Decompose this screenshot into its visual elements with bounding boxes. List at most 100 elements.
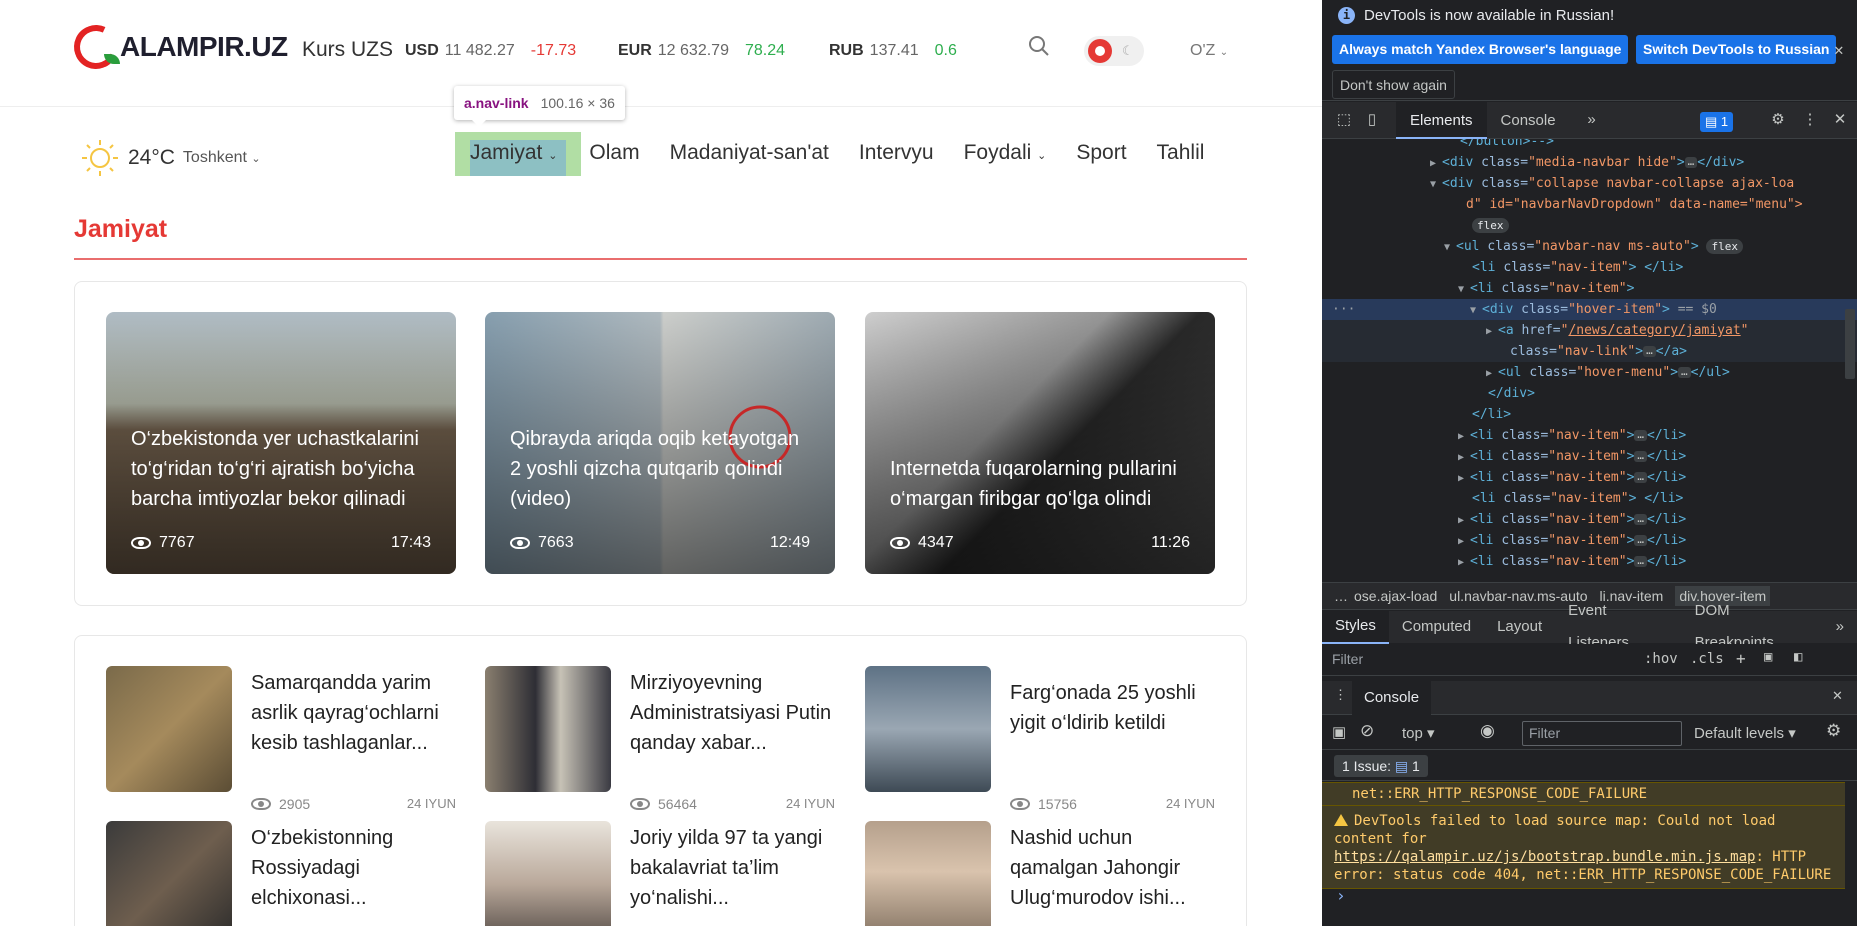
dom-line[interactable]: ▶ <li class="nav-item">… </li>	[1322, 551, 1857, 572]
list-item[interactable]: Farg‘onada 25 yoshli yigit o‘ldirib keti…	[865, 666, 1215, 812]
list-item[interactable]: O‘zbekistonning Rossiyadagi elchixonasi.…	[106, 821, 456, 926]
paint-icon[interactable]: ▣	[1764, 649, 1772, 665]
search-icon[interactable]	[1028, 35, 1050, 57]
dom-line[interactable]: ▼ <ul class="navbar-nav ms-auto"> flex	[1322, 236, 1857, 257]
console-sidebar-icon[interactable]: ▣	[1332, 723, 1346, 741]
dom-line[interactable]: ▶ <li class="nav-item">… </li>	[1322, 530, 1857, 551]
language-selector[interactable]: O'Z ⌄	[1190, 42, 1228, 60]
collapse-triangle-icon[interactable]: ▼	[1430, 174, 1442, 195]
dom-line[interactable]: ▼ <div class="collapse navbar-collapse aj…	[1322, 173, 1857, 194]
switch-language-button[interactable]: Switch DevTools to Russian	[1636, 35, 1837, 64]
clear-console-icon[interactable]: ⊘	[1360, 721, 1374, 741]
styles-filter-input[interactable]: Filter	[1332, 651, 1363, 667]
more-options-icon[interactable]: ⋮	[1798, 108, 1822, 132]
breadcrumb-item[interactable]: …	[1334, 588, 1348, 604]
dom-line[interactable]: </li>	[1322, 404, 1857, 425]
list-item[interactable]: Joriy yilda 97 ta yangi bakalavriat ta’l…	[485, 821, 835, 926]
toggle-sidebar-icon[interactable]: ◧	[1794, 649, 1802, 665]
expand-triangle-icon[interactable]: ▶	[1486, 321, 1498, 342]
weather-city-select[interactable]: Toshkent ⌄	[183, 149, 261, 167]
expand-triangle-icon[interactable]: ▶	[1430, 153, 1442, 174]
tree-scrollbar[interactable]	[1845, 309, 1855, 379]
ellipsis-icon[interactable]: …	[1684, 156, 1698, 168]
dom-line[interactable]: class="nav-link">… </a>	[1322, 341, 1857, 362]
ellipsis-icon[interactable]: …	[1678, 366, 1691, 378]
list-item[interactable]: Samarqandda yarim asrlik qayrag‘ochlarni…	[106, 666, 456, 812]
ellipsis-icon[interactable]: …	[1634, 513, 1648, 525]
close-devtools-icon[interactable]: ✕	[1828, 108, 1852, 132]
nav-jamiyat[interactable]: Jamiyat ⌄	[470, 141, 557, 165]
tab-console[interactable]: Console	[1487, 102, 1570, 139]
dom-line[interactable]: <li class="nav-item"> </li>	[1322, 488, 1857, 509]
hov-toggle[interactable]: :hov	[1644, 651, 1678, 667]
close-icon[interactable]: ✕	[1834, 40, 1844, 59]
tab-computed[interactable]: Computed	[1389, 611, 1484, 643]
featured-card[interactable]: Internetda fuqarolarning pullarini o‘mar…	[865, 312, 1215, 574]
dom-line[interactable]: ▶ <li class="nav-item">… </li>	[1322, 425, 1857, 446]
device-toolbar-icon[interactable]: ▯	[1360, 108, 1384, 132]
expand-triangle-icon[interactable]: ▶	[1458, 468, 1470, 489]
more-tabs-icon[interactable]: »	[1580, 108, 1604, 132]
close-drawer-icon[interactable]: ✕	[1832, 688, 1843, 704]
flex-badge[interactable]: flex	[1472, 218, 1509, 233]
expand-triangle-icon[interactable]: ▶	[1458, 531, 1470, 552]
expand-triangle-icon[interactable]: ▶	[1458, 510, 1470, 531]
settings-gear-icon[interactable]: ⚙	[1766, 108, 1790, 132]
expand-triangle-icon[interactable]: ▶	[1458, 426, 1470, 447]
tab-layout[interactable]: Layout	[1484, 611, 1555, 643]
theme-toggle[interactable]: ☾	[1084, 36, 1144, 66]
dom-line[interactable]: ▼ <li class="nav-item">	[1322, 278, 1857, 299]
issues-link[interactable]: 1 Issue: ▤ 1	[1334, 755, 1428, 777]
collapse-triangle-icon[interactable]: ▼	[1444, 237, 1456, 258]
breadcrumb-item[interactable]: ose.ajax-load	[1354, 588, 1437, 604]
featured-card[interactable]: Qibrayda ariqda oqib ketayotgan 2 yoshli…	[485, 312, 835, 574]
dom-line[interactable]: ▶ <a href="/news/category/jamiyat"	[1322, 320, 1857, 341]
flex-badge[interactable]: flex	[1706, 239, 1743, 254]
dom-line[interactable]: ▶ <li class="nav-item">… </li>	[1322, 467, 1857, 488]
console-prompt-icon[interactable]: ›	[1336, 886, 1346, 905]
list-item[interactable]: Mirziyoyevning Administratsiyasi Putin q…	[485, 666, 835, 812]
expand-triangle-icon[interactable]: ▶	[1458, 552, 1470, 573]
dom-line[interactable]: </div>	[1322, 383, 1857, 404]
console-settings-gear-icon[interactable]: ⚙	[1826, 721, 1841, 741]
dom-line[interactable]: d" id="navbarNavDropdown" data-name="men…	[1322, 194, 1857, 215]
source-map-link[interactable]: https://qalampir.uz/js/bootstrap.bundle.…	[1334, 849, 1755, 865]
drawer-menu-icon[interactable]: ⋮	[1334, 687, 1347, 703]
dom-line[interactable]: ▶ <li class="nav-item">… </li>	[1322, 446, 1857, 467]
ellipsis-icon[interactable]: …	[1634, 429, 1648, 441]
tab-styles[interactable]: Styles	[1322, 610, 1389, 644]
inspect-element-icon[interactable]: ⬚	[1332, 108, 1356, 132]
cls-toggle[interactable]: .cls	[1690, 651, 1724, 667]
nav-madaniyat[interactable]: Madaniyat-san'at	[670, 141, 829, 165]
nav-intervyu[interactable]: Intervyu	[859, 141, 934, 165]
context-select[interactable]: top ▾	[1402, 724, 1435, 742]
live-expression-eye-icon[interactable]: ◉	[1480, 721, 1495, 741]
dom-line-selected[interactable]: ··· ▼ <div class="hover-item"> == $0	[1322, 299, 1857, 320]
dom-line[interactable]: <li class="nav-item"> </li>	[1322, 257, 1857, 278]
list-item[interactable]: Nashid uchun qamalgan Jahongir Ulug‘muro…	[865, 821, 1215, 926]
drawer-tab-console[interactable]: Console	[1352, 681, 1432, 715]
dom-line[interactable]: ▶ <ul class="hover-menu">… </ul>	[1322, 362, 1857, 383]
ellipsis-icon[interactable]: …	[1643, 345, 1656, 357]
nav-tahlil[interactable]: Tahlil	[1157, 141, 1205, 165]
dont-show-again-button[interactable]: Don't show again	[1332, 70, 1455, 99]
match-language-button[interactable]: Always match Yandex Browser's language	[1332, 35, 1629, 64]
dom-line[interactable]: ▶ <div class="media-navbar hide">… </div>	[1322, 152, 1857, 173]
add-style-rule-icon[interactable]: +	[1736, 649, 1746, 668]
issues-badge[interactable]: ▤ 1	[1700, 112, 1734, 132]
log-levels-select[interactable]: Default levels ▾	[1694, 724, 1796, 742]
ellipsis-icon[interactable]: …	[1634, 450, 1648, 462]
tab-elements[interactable]: Elements	[1396, 101, 1487, 139]
collapse-triangle-icon[interactable]: ▼	[1458, 279, 1470, 300]
expand-triangle-icon[interactable]: ▶	[1486, 363, 1498, 384]
console-filter-input[interactable]: Filter	[1522, 721, 1682, 746]
ellipsis-icon[interactable]: …	[1634, 534, 1648, 546]
collapse-triangle-icon[interactable]: ▼	[1470, 300, 1482, 321]
dom-line[interactable]: </button>-->	[1322, 139, 1857, 152]
ellipsis-icon[interactable]: …	[1634, 555, 1648, 567]
nav-sport[interactable]: Sport	[1076, 141, 1126, 165]
href-link[interactable]: /news/category/jamiyat	[1568, 323, 1740, 338]
more-tabs-icon[interactable]: »	[1823, 611, 1857, 643]
ellipsis-icon[interactable]: …	[1634, 471, 1648, 483]
nav-olam[interactable]: Olam	[589, 141, 639, 165]
